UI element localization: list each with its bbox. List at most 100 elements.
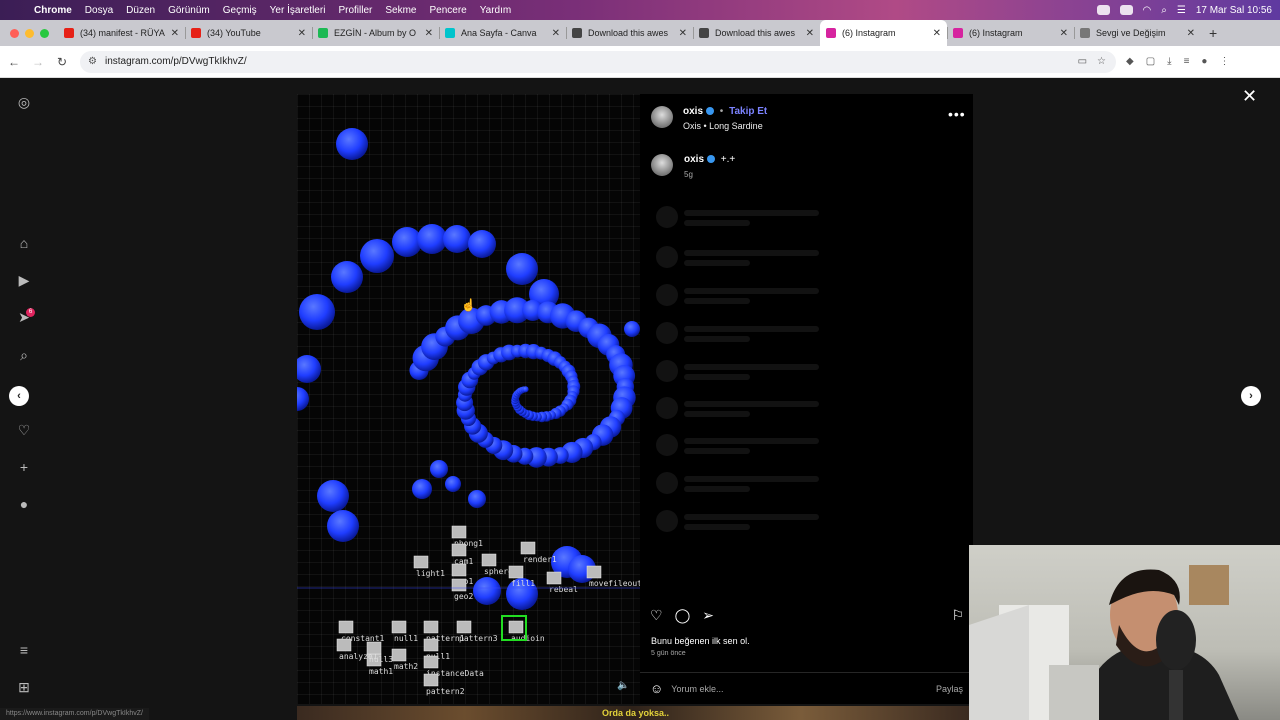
previous-post-button[interactable]: ‹	[9, 386, 29, 406]
save-bookmark-icon[interactable]: ⚐	[951, 607, 964, 624]
operator-label: pattern3	[459, 634, 498, 643]
address-url[interactable]: instagram.com/p/DVwgTkIkhvZ/	[105, 56, 247, 67]
blue-sphere	[506, 253, 538, 285]
browser-tab[interactable]: (34) manifest - RÜYA ✕	[58, 20, 185, 46]
caption-username[interactable]: oxis	[684, 154, 704, 165]
browser-tab[interactable]: Ana Sayfa - Canva ✕	[439, 20, 566, 46]
menubar-clock[interactable]: 17 Mar Sal 10:56	[1196, 5, 1272, 16]
profile-icon[interactable]: ●	[14, 494, 34, 514]
follow-button[interactable]: Takip Et	[729, 106, 767, 117]
close-tab-icon[interactable]: ✕	[552, 28, 560, 39]
share-icon[interactable]: ➢	[702, 607, 714, 624]
new-tab-button[interactable]: +	[1209, 25, 1217, 41]
home-icon[interactable]: ⌂	[14, 233, 34, 253]
operator-node	[423, 638, 439, 652]
author-avatar[interactable]	[651, 106, 673, 128]
next-post-button[interactable]: ›	[1241, 386, 1261, 406]
post-video[interactable]: phong1cam1light1geo1sphere1render1rebeal…	[297, 94, 640, 704]
operator-label: geo2	[454, 592, 473, 601]
status-bar-url: https://www.instagram.com/p/DVwgTkIkhvZ/	[0, 708, 149, 720]
emoji-picker-icon[interactable]: ☺	[650, 681, 663, 696]
menu-app-name[interactable]: Chrome	[34, 5, 72, 16]
author-username[interactable]: oxis	[683, 106, 703, 117]
browser-tab[interactable]: (6) Instagram ✕	[947, 20, 1074, 46]
likes-text[interactable]: Bunu beğenen ilk sen ol.	[651, 636, 750, 646]
operator-node	[481, 553, 497, 567]
more-menu-icon[interactable]: ≡	[14, 640, 34, 660]
menu-tab[interactable]: Sekme	[385, 5, 416, 16]
reading-list-icon[interactable]: ≡	[1184, 56, 1190, 67]
screen-mirror-icon[interactable]	[1096, 5, 1110, 15]
battery-icon[interactable]	[1119, 5, 1133, 15]
browser-tab[interactable]: Sevgi ve Değişim ✕	[1074, 20, 1201, 46]
operator-node	[336, 638, 352, 652]
spotlight-icon[interactable]: ⌕	[1161, 5, 1167, 16]
comment-skeleton	[656, 510, 821, 534]
reload-icon[interactable]: ↻	[52, 55, 72, 69]
menu-view[interactable]: Görünüm	[168, 5, 210, 16]
browser-tab[interactable]: (6) Instagram ✕	[820, 20, 947, 46]
menu-bookmarks[interactable]: Yer İşaretleri	[270, 5, 326, 16]
close-tab-icon[interactable]: ✕	[298, 28, 306, 39]
instagram-logo-icon[interactable]: ◎	[14, 92, 34, 112]
operator-label: null1	[394, 634, 418, 643]
operator-node	[520, 541, 536, 555]
browser-tab-strip: (34) manifest - RÜYA ✕ (34) YouTube ✕ EZGİN …	[0, 20, 1280, 46]
audio-toggle-icon[interactable]: 🔈	[617, 680, 629, 691]
blue-sphere	[468, 490, 486, 508]
bookmark-star-icon[interactable]: ☆	[1097, 56, 1106, 67]
back-icon[interactable]: ←	[4, 55, 24, 69]
window-controls	[0, 28, 58, 38]
close-window-icon[interactable]	[10, 28, 19, 38]
extension-icon[interactable]: ◆	[1126, 56, 1134, 67]
zoom-window-icon[interactable]	[40, 28, 49, 38]
chrome-menu-icon[interactable]: ⋮	[1219, 56, 1229, 67]
tab-title: (6) Instagram	[969, 28, 1023, 38]
heart-icon[interactable]: ♡	[14, 420, 34, 440]
post-audio-subtitle[interactable]: Oxis • Long Sardine	[683, 121, 763, 131]
site-info-icon[interactable]: ⚙	[88, 56, 97, 67]
menu-file[interactable]: Dosya	[85, 5, 113, 16]
tab-title: Download this awes	[715, 28, 796, 38]
extensions-puzzle-icon[interactable]: ▢	[1146, 56, 1155, 67]
tab-title: Sevgi ve Değişim	[1096, 28, 1166, 38]
reels-icon[interactable]: ▶	[14, 270, 34, 290]
close-tab-icon[interactable]: ✕	[806, 28, 814, 39]
browser-tab[interactable]: Download this awes ✕	[693, 20, 820, 46]
forward-icon[interactable]: →	[28, 55, 48, 69]
close-tab-icon[interactable]: ✕	[679, 28, 687, 39]
menu-history[interactable]: Geçmiş	[223, 5, 257, 16]
like-icon[interactable]: ♡	[650, 607, 663, 624]
menu-help[interactable]: Yardım	[480, 5, 512, 16]
close-tab-icon[interactable]: ✕	[171, 28, 179, 39]
blue-sphere	[336, 128, 368, 160]
minimize-window-icon[interactable]	[25, 28, 34, 38]
close-modal-icon[interactable]: ✕	[1242, 86, 1257, 107]
menu-edit[interactable]: Düzen	[126, 5, 155, 16]
close-tab-icon[interactable]: ✕	[425, 28, 433, 39]
post-author-header: oxis • Takip Et	[683, 106, 768, 117]
address-bar[interactable]: ⚙ instagram.com/p/DVwgTkIkhvZ/ ▭ ☆	[80, 50, 1116, 73]
menu-profiles[interactable]: Profiller	[338, 5, 372, 16]
create-icon[interactable]: +	[14, 457, 34, 477]
close-tab-icon[interactable]: ✕	[1187, 28, 1195, 39]
search-icon[interactable]: ⌕	[14, 345, 34, 365]
caption-avatar[interactable]	[651, 154, 673, 176]
close-tab-icon[interactable]: ✕	[1060, 28, 1068, 39]
close-tab-icon[interactable]: ✕	[933, 28, 941, 39]
menu-window[interactable]: Pencere	[429, 5, 466, 16]
also-from-meta-icon[interactable]: ⊞	[14, 677, 34, 697]
browser-tab[interactable]: (34) YouTube ✕	[185, 20, 312, 46]
browser-tab[interactable]: EZGİN - Album by O ✕	[312, 20, 439, 46]
comment-input[interactable]: Yorum ekle...	[671, 684, 723, 694]
downloads-icon[interactable]: ⤓	[1167, 56, 1171, 67]
blue-sphere	[522, 386, 529, 393]
install-app-icon[interactable]: ▭	[1078, 56, 1087, 67]
post-comment-button[interactable]: Paylaş	[936, 684, 963, 694]
comment-icon[interactable]: ◯	[675, 607, 691, 624]
more-options-icon[interactable]: •••	[948, 106, 966, 122]
profile-avatar[interactable]: ●	[1201, 56, 1207, 67]
wifi-icon[interactable]: ◠	[1143, 5, 1152, 16]
browser-tab[interactable]: Download this awes ✕	[566, 20, 693, 46]
control-center-icon[interactable]: ☰	[1177, 5, 1186, 16]
